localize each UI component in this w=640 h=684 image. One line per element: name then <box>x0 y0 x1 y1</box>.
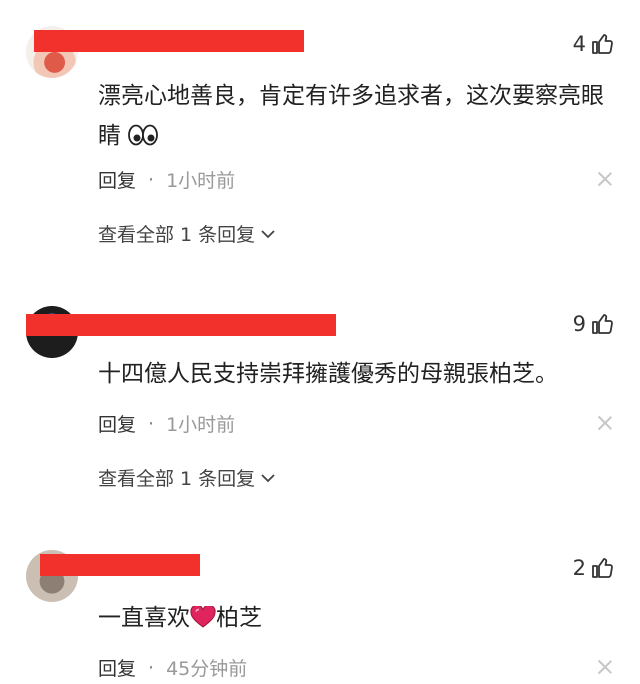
comment-meta: 回复 · 1小时前 <box>98 166 235 193</box>
heart-emoji-icon <box>190 606 216 628</box>
chevron-down-icon <box>261 473 275 482</box>
like-count: 2 <box>572 556 586 580</box>
thumbs-up-icon <box>592 34 613 54</box>
view-all-replies-label: 查看全部 1 条回复 <box>98 468 256 490</box>
view-all-replies-label: 查看全部 1 条回复 <box>98 224 256 246</box>
separator-dot: · <box>148 412 155 435</box>
timestamp: 1小时前 <box>166 170 236 192</box>
like-button[interactable]: 9 <box>573 312 614 336</box>
like-button[interactable]: 2 <box>573 556 614 580</box>
username-redacted <box>34 30 304 52</box>
comment-text: 一直喜欢 柏芝 <box>98 605 262 631</box>
like-button[interactable]: 4 <box>573 32 614 56</box>
reply-button[interactable]: 回复 <box>98 166 136 193</box>
username-redacted <box>40 554 200 576</box>
thumbs-up-icon <box>592 558 613 578</box>
comment-text: 十四億人民支持崇拜擁護優秀的母親張柏芝。 <box>98 361 558 387</box>
timestamp: 1小时前 <box>166 414 236 436</box>
like-count: 9 <box>572 312 586 336</box>
view-all-replies-button[interactable]: 查看全部 1 条回复 <box>98 464 275 491</box>
comment-meta: 回复 · 45分钟前 <box>98 654 247 681</box>
comment-meta: 回复 · 1小时前 <box>98 410 235 437</box>
reply-button[interactable]: 回复 <box>98 410 136 437</box>
comment-text: 漂亮心地善良，肯定有许多追求者，这次要察亮眼睛 <box>98 83 604 149</box>
timestamp: 45分钟前 <box>166 658 248 680</box>
close-icon[interactable] <box>598 172 612 186</box>
like-count: 4 <box>572 32 586 56</box>
separator-dot: · <box>148 656 155 679</box>
chevron-down-icon <box>261 229 275 238</box>
separator-dot: · <box>148 168 155 191</box>
close-icon[interactable] <box>598 416 612 430</box>
view-all-replies-button[interactable]: 查看全部 1 条回复 <box>98 220 275 247</box>
eyes-emoji-icon <box>128 124 159 146</box>
reply-button[interactable]: 回复 <box>98 654 136 681</box>
username-redacted <box>26 314 336 336</box>
close-icon[interactable] <box>598 660 612 674</box>
thumbs-up-icon <box>592 314 613 334</box>
